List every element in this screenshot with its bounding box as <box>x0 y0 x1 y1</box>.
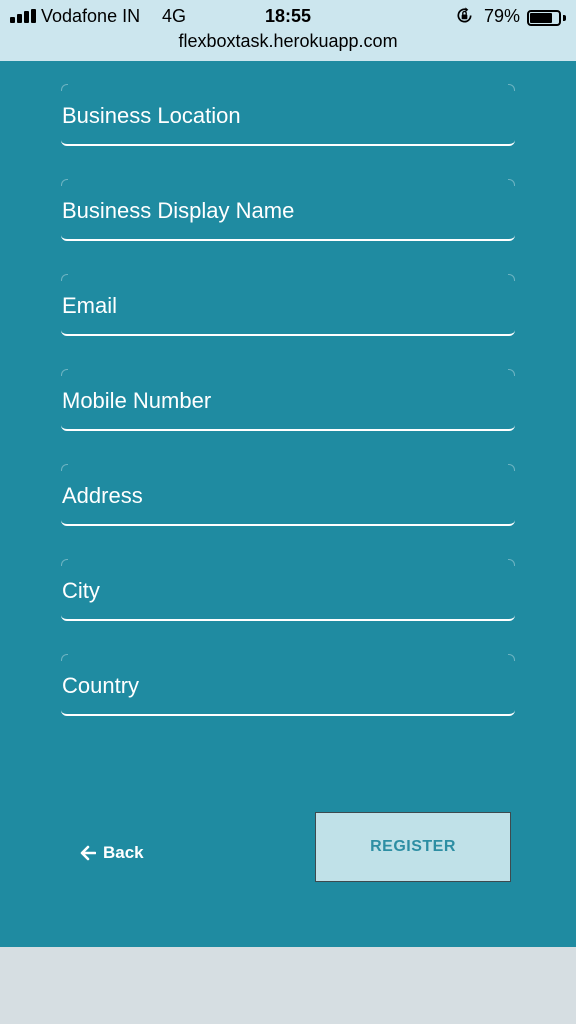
page-bottom-area <box>0 947 576 1024</box>
address-field <box>61 464 515 526</box>
address-bar-url[interactable]: flexboxtask.herokuapp.com <box>0 31 576 52</box>
business-location-field <box>61 84 515 146</box>
registration-form: Back REGISTER <box>0 61 576 947</box>
battery-icon <box>527 10 561 26</box>
arrow-left-icon <box>80 845 96 861</box>
address-input[interactable] <box>62 480 502 512</box>
back-button[interactable]: Back <box>80 842 144 864</box>
country-field <box>61 654 515 716</box>
register-button[interactable]: REGISTER <box>315 812 511 882</box>
battery-tip <box>563 15 566 21</box>
business-location-input[interactable] <box>62 100 502 132</box>
email-field <box>61 274 515 336</box>
status-bar: Vodafone IN 4G 18:55 79% flexboxtask.her… <box>0 0 576 61</box>
status-row: Vodafone IN 4G 18:55 79% <box>0 4 576 28</box>
city-input[interactable] <box>62 575 502 607</box>
mobile-number-field <box>61 369 515 431</box>
business-display-name-field <box>61 179 515 241</box>
orientation-lock-icon <box>457 7 472 23</box>
country-input[interactable] <box>62 670 502 702</box>
battery-level <box>530 13 552 23</box>
back-button-label: Back <box>103 843 144 862</box>
email-input[interactable] <box>62 290 502 322</box>
mobile-number-input[interactable] <box>62 385 502 417</box>
battery-percent: 79% <box>484 6 521 26</box>
city-field <box>61 559 515 621</box>
business-display-name-input[interactable] <box>62 195 502 227</box>
